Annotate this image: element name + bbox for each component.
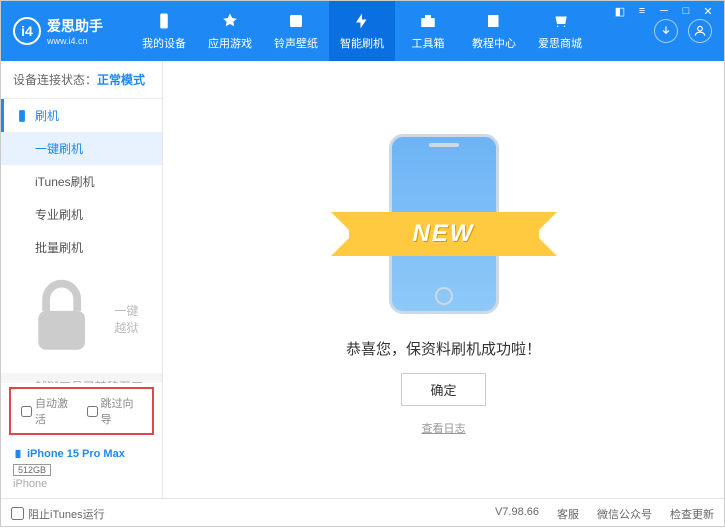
ok-button[interactable]: 确定 — [401, 373, 485, 406]
apps-icon — [220, 11, 240, 31]
nav-ringtones[interactable]: 铃声壁纸 — [263, 1, 329, 61]
toolbox-icon — [418, 11, 438, 31]
success-illustration: NEW — [354, 124, 534, 324]
device-info: iPhone 15 Pro Max 512GB iPhone — [1, 439, 162, 498]
minimize-icon[interactable]: ─ — [657, 4, 671, 18]
phone-small-icon — [13, 447, 23, 461]
app-url: www.i4.cn — [47, 36, 103, 46]
device-icon — [154, 11, 174, 31]
nav-smart-flash[interactable]: 智能刷机 — [329, 1, 395, 61]
sidebar-item-oneclick-flash[interactable]: 一键刷机 — [1, 132, 162, 165]
nav-my-device[interactable]: 我的设备 — [131, 1, 197, 61]
nav-toolbox[interactable]: 工具箱 — [395, 1, 461, 61]
maximize-icon[interactable]: □ — [679, 4, 693, 18]
sidebar-group-jailbreak: 一键越狱 — [1, 264, 162, 373]
connection-status: 设备连接状态：正常模式 — [1, 61, 162, 99]
footer-link-update[interactable]: 检查更新 — [670, 506, 714, 522]
auto-activate-checkbox[interactable]: 自动激活 — [21, 395, 77, 427]
book-icon — [484, 11, 504, 31]
cart-icon — [550, 11, 570, 31]
footer-link-wechat[interactable]: 微信公众号 — [597, 506, 652, 522]
sidebar-item-jailbreak-moved: 越狱工具已转移至工具箱 — [1, 373, 162, 383]
nav-store[interactable]: 爱思商城 — [527, 1, 593, 61]
flash-options-row: 自动激活 跳过向导 — [9, 387, 154, 435]
skip-setup-checkbox[interactable]: 跳过向导 — [87, 395, 143, 427]
sidebar-item-pro-flash[interactable]: 专业刷机 — [1, 198, 162, 231]
phone-icon — [15, 109, 29, 123]
footer-link-support[interactable]: 客服 — [557, 506, 579, 522]
sidebar-item-itunes-flash[interactable]: iTunes刷机 — [1, 165, 162, 198]
app-logo: i4 爱思助手 www.i4.cn — [1, 16, 131, 46]
nav-apps-games[interactable]: 应用游戏 — [197, 1, 263, 61]
wallpaper-icon — [286, 11, 306, 31]
sidebar-item-batch-flash[interactable]: 批量刷机 — [1, 231, 162, 264]
device-type: iPhone — [13, 478, 150, 490]
success-message: 恭喜您，保资料刷机成功啦！ — [346, 338, 541, 359]
version-label: V7.98.66 — [495, 506, 539, 522]
logo-icon: i4 — [13, 17, 41, 45]
user-button[interactable] — [688, 19, 712, 43]
theme-icon[interactable]: ◧ — [613, 4, 627, 18]
nav-tutorials[interactable]: 教程中心 — [461, 1, 527, 61]
device-storage: 512GB — [13, 464, 51, 476]
close-icon[interactable]: ✕ — [701, 4, 715, 18]
lock-icon — [15, 272, 108, 365]
download-button[interactable] — [654, 19, 678, 43]
new-ribbon: NEW — [349, 212, 539, 256]
app-name: 爱思助手 — [47, 16, 103, 36]
menu-icon[interactable]: ≡ — [635, 4, 649, 18]
sidebar-group-flash[interactable]: 刷机 — [1, 99, 162, 132]
block-itunes-checkbox[interactable]: 阻止iTunes运行 — [11, 506, 105, 522]
flash-icon — [352, 11, 372, 31]
view-log-link[interactable]: 查看日志 — [422, 420, 466, 436]
